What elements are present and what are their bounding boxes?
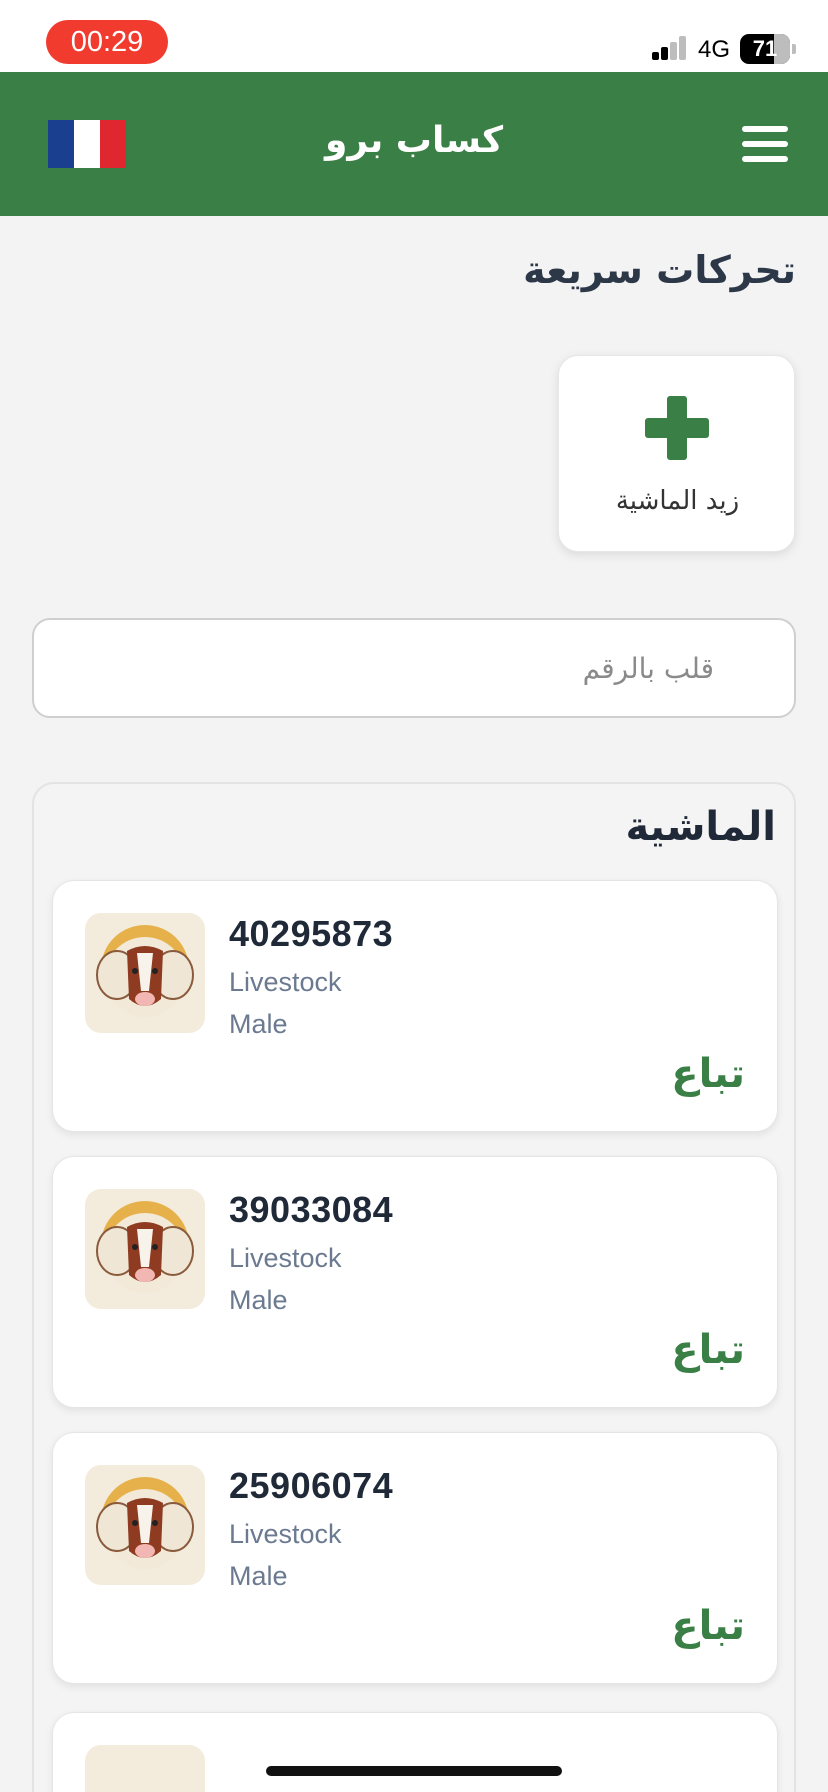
- quick-actions-title: تحركات سريعة: [523, 248, 796, 292]
- livestock-title: الماشية: [625, 804, 777, 850]
- livestock-avatar-icon: [85, 1465, 205, 1585]
- livestock-avatar-icon: [85, 913, 205, 1033]
- search-by-number-input[interactable]: [32, 618, 796, 718]
- livestock-avatar-icon: [85, 1745, 205, 1792]
- battery-icon: 71: [740, 34, 790, 64]
- add-livestock-button[interactable]: زيد الماشية: [558, 355, 795, 552]
- plus-icon: [645, 396, 709, 460]
- livestock-panel: الماشية 40295873 Livestock Male تباع 390…: [32, 782, 796, 1792]
- livestock-type: Livestock: [229, 1519, 342, 1549]
- livestock-avatar-icon: [85, 1189, 205, 1309]
- livestock-type: Livestock: [229, 967, 342, 997]
- app-header: كساب برو: [0, 72, 828, 216]
- battery-tip: [792, 44, 796, 54]
- home-indicator: [266, 1766, 562, 1776]
- livestock-sex: Male: [229, 1285, 288, 1315]
- livestock-id: 25906074: [229, 1465, 394, 1506]
- sell-button[interactable]: تباع: [671, 1603, 745, 1649]
- livestock-card[interactable]: 25906074 Livestock Male تباع: [52, 1432, 778, 1684]
- hamburger-menu-icon[interactable]: [742, 126, 788, 162]
- livestock-id: 40295873: [229, 913, 394, 954]
- add-livestock-label: زيد الماشية: [615, 486, 740, 516]
- livestock-type: Livestock: [229, 1243, 342, 1273]
- livestock-card[interactable]: 40295873 Livestock Male تباع: [52, 880, 778, 1132]
- signal-icon: [652, 36, 688, 60]
- livestock-card[interactable]: 39033084 Livestock Male تباع: [52, 1156, 778, 1408]
- network-type: 4G: [698, 36, 731, 63]
- livestock-sex: Male: [229, 1561, 288, 1591]
- battery-level: 71: [752, 36, 778, 61]
- sell-button[interactable]: تباع: [671, 1327, 745, 1373]
- app-title: كساب برو: [324, 120, 504, 161]
- livestock-card-partial[interactable]: [52, 1712, 778, 1792]
- livestock-id: 39033084: [229, 1189, 394, 1230]
- status-time: 00:29: [46, 20, 168, 64]
- livestock-sex: Male: [229, 1009, 288, 1039]
- sell-button[interactable]: تباع: [671, 1051, 745, 1097]
- status-bar: 00:29 4G 71: [0, 0, 828, 72]
